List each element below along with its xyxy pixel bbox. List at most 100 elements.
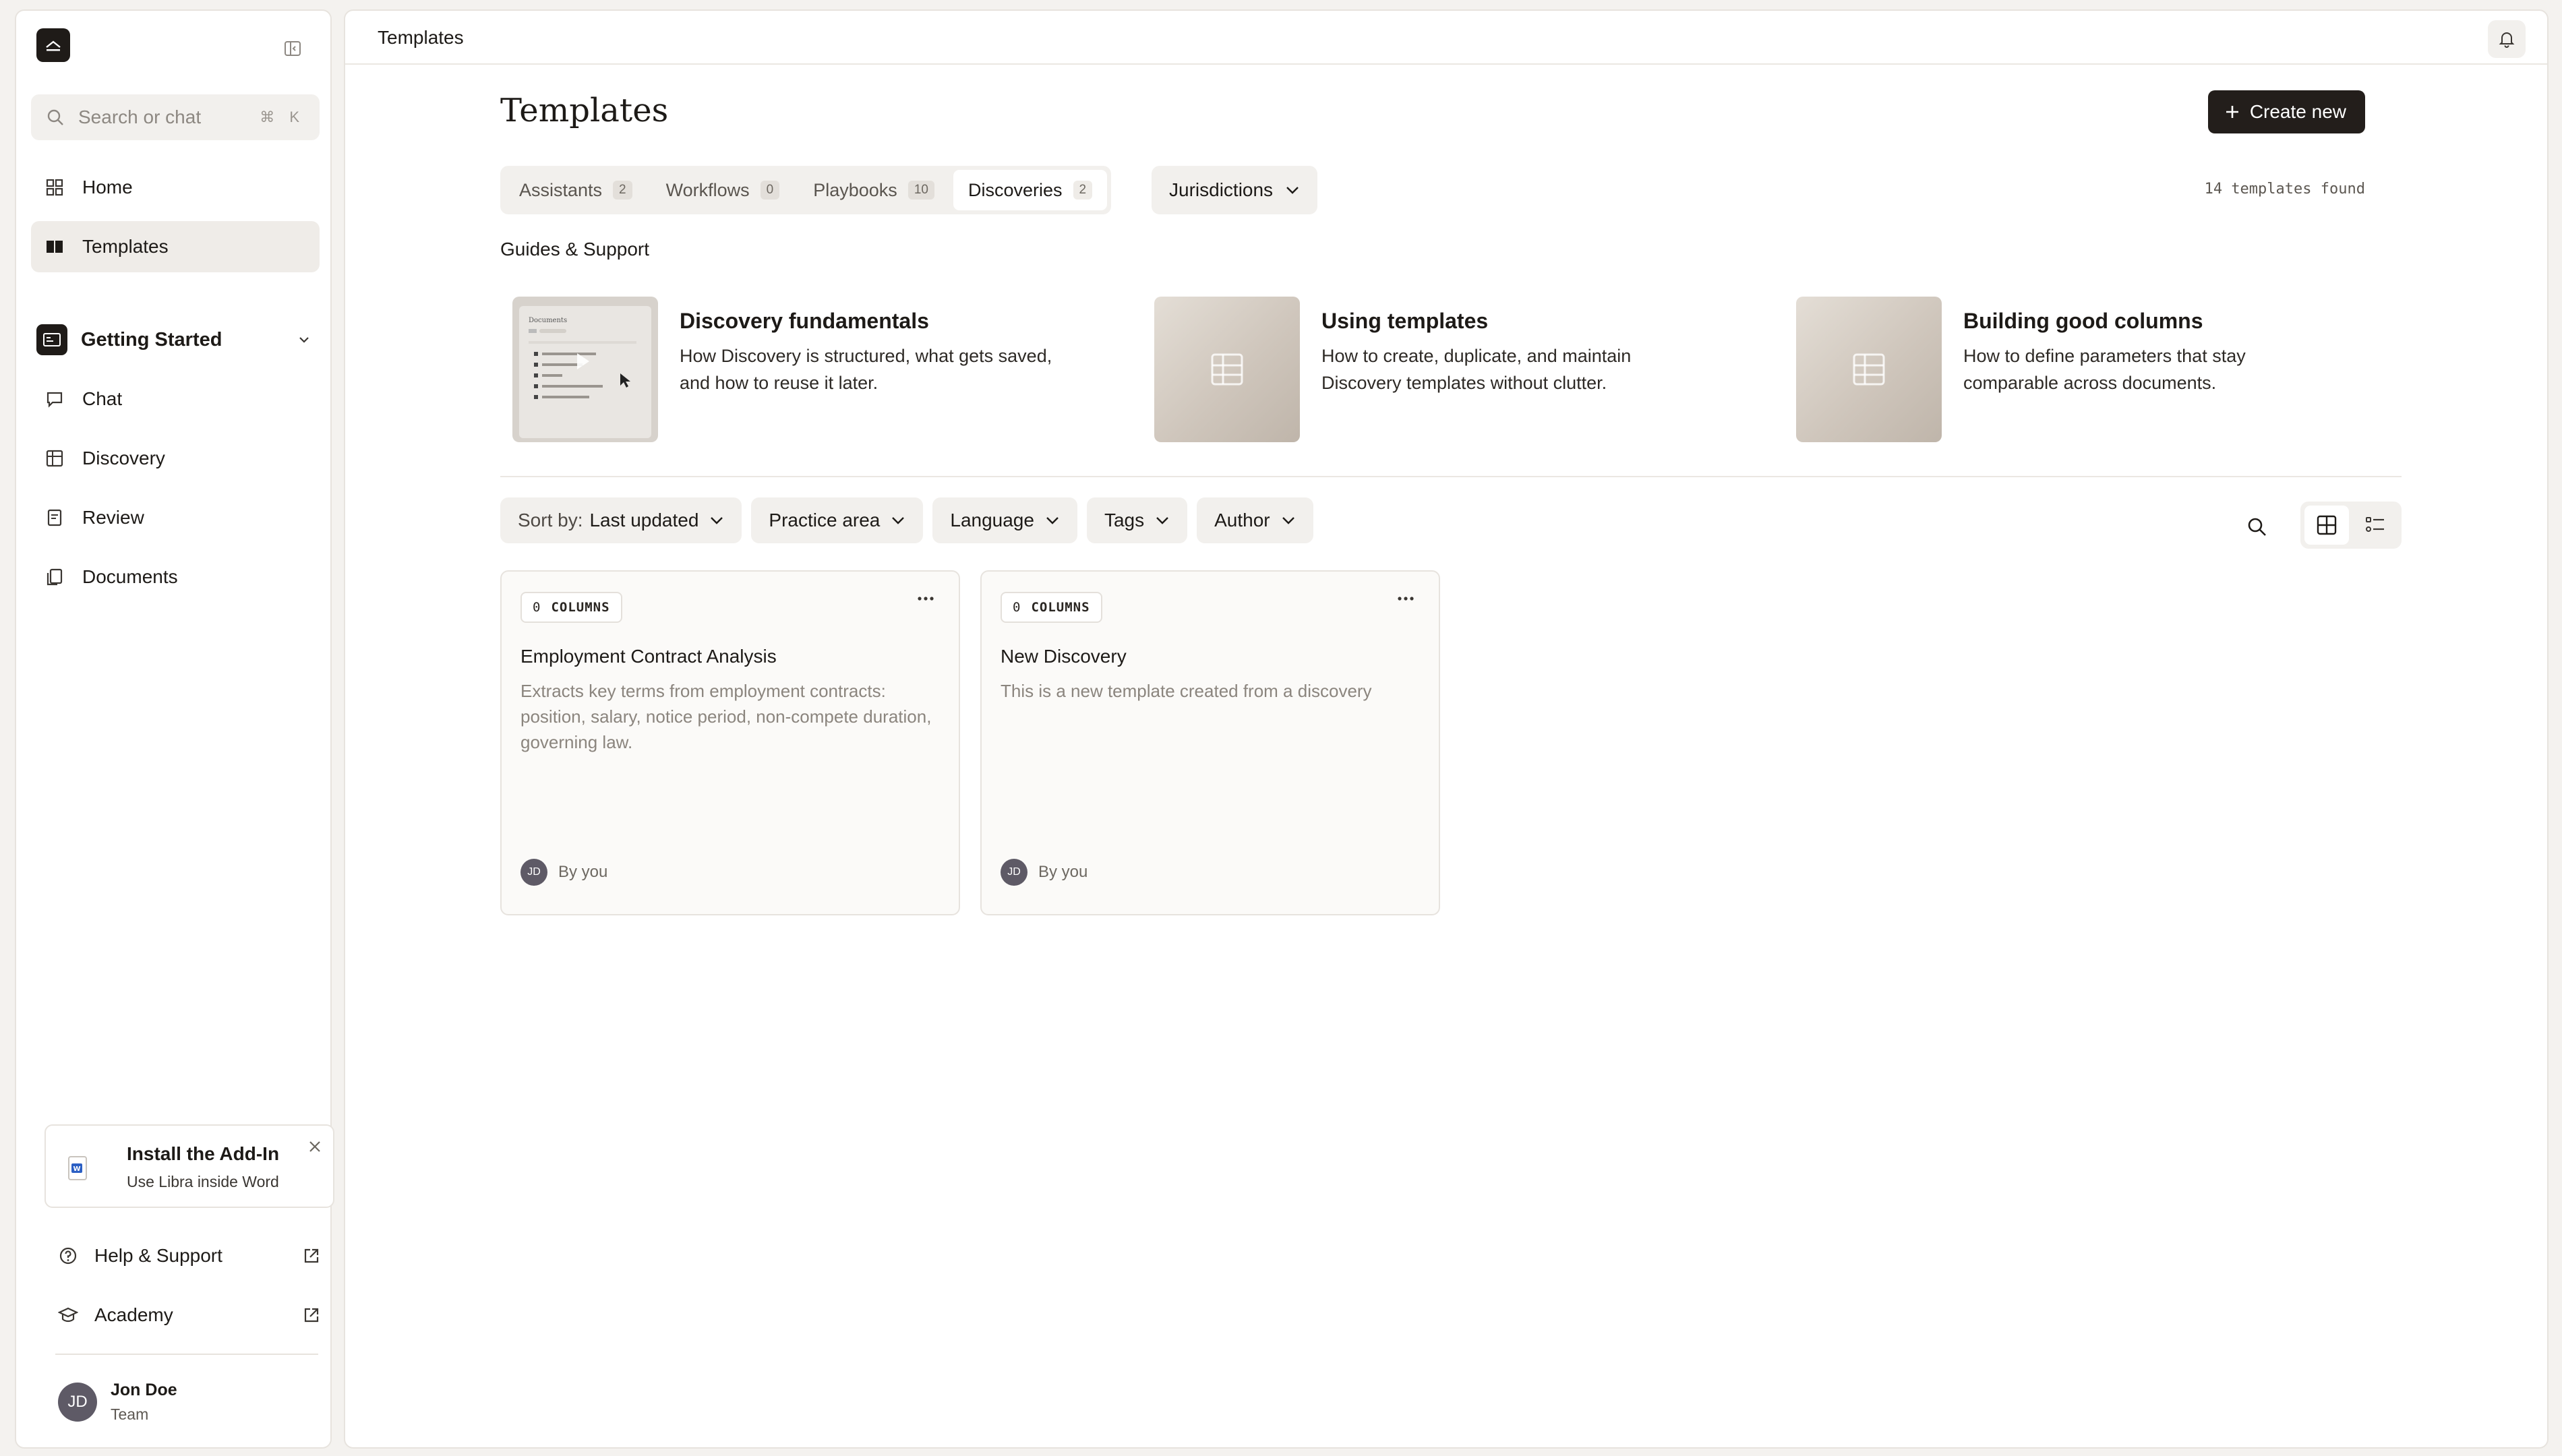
user-team: Team: [111, 1405, 149, 1423]
chat-icon: [44, 389, 65, 409]
columns-badge: 0 COLUMNS: [1001, 592, 1102, 623]
create-new-label: Create new: [2249, 101, 2346, 122]
plus-icon: [2224, 104, 2240, 120]
notifications-button[interactable]: [2488, 20, 2526, 58]
sidebar-item-label: Documents: [82, 566, 178, 587]
addin-subtitle: Use Libra inside Word: [127, 1173, 279, 1190]
svg-text:Documents: Documents: [529, 317, 567, 324]
tab-workflows[interactable]: Workflows 0: [651, 170, 795, 210]
tab-count: 2: [613, 181, 632, 200]
section-getting-started[interactable]: Getting Started: [36, 320, 320, 360]
bell-icon: [2497, 30, 2516, 49]
author-label: By you: [1038, 863, 1088, 881]
create-new-button[interactable]: Create new: [2207, 90, 2365, 133]
chevron-down-icon: [891, 516, 905, 525]
app-logo[interactable]: [36, 28, 70, 62]
template-card[interactable]: 0 COLUMNS New Discovery This is a new te…: [980, 570, 1440, 915]
sidebar-item-review[interactable]: Review: [31, 492, 320, 543]
tags-dropdown[interactable]: Tags: [1086, 497, 1188, 543]
grid-icon: [2316, 514, 2337, 536]
template-type-tabs: Assistants 2 Workflows 0 Playbooks 10 Di…: [500, 166, 1112, 214]
user-profile[interactable]: JD Jon Doe Team: [58, 1381, 177, 1424]
jurisdictions-dropdown[interactable]: Jurisdictions: [1152, 166, 1318, 214]
tab-playbooks[interactable]: Playbooks 10: [798, 170, 949, 210]
sidebar-item-label: Chat: [82, 388, 123, 409]
avatar: JD: [1001, 859, 1027, 886]
academy-link[interactable]: Academy: [44, 1293, 334, 1337]
sidebar-item-documents[interactable]: Documents: [31, 551, 320, 603]
external-link-icon: [302, 1306, 321, 1325]
close-icon[interactable]: [307, 1139, 322, 1154]
author-dropdown[interactable]: Author: [1197, 497, 1313, 543]
addin-promo[interactable]: W Install the Add-In Use Libra inside Wo…: [44, 1124, 334, 1208]
card-description: This is a new template created from a di…: [1001, 681, 1372, 701]
practice-area-dropdown[interactable]: Practice area: [751, 497, 924, 543]
card-author: JD By you: [520, 859, 607, 886]
tab-label: Discoveries: [967, 179, 1063, 200]
search-placeholder: Search or chat: [78, 107, 202, 127]
guide-description: How to create, duplicate, and maintain D…: [1321, 346, 1632, 393]
chevron-down-icon: [709, 516, 724, 525]
page-title: Templates: [500, 92, 669, 129]
section-divider: [500, 476, 2402, 477]
author-label: By you: [558, 863, 608, 881]
view-toggle: [2300, 502, 2402, 549]
guide-thumbnail: [1154, 297, 1300, 442]
tab-assistants[interactable]: Assistants 2: [504, 170, 647, 210]
language-dropdown[interactable]: Language: [932, 497, 1077, 543]
filter-label: Practice area: [769, 510, 881, 530]
guide-card-building-good-columns[interactable]: Building good columns How to define para…: [1784, 297, 2377, 445]
tab-label: Workflows: [665, 179, 750, 200]
sidebar-item-chat[interactable]: Chat: [31, 373, 320, 425]
card-author: JD By you: [1001, 859, 1088, 886]
tab-count: 2: [1073, 181, 1093, 200]
topbar-title: Templates: [378, 27, 464, 48]
guide-card-using-templates[interactable]: Using templates How to create, duplicate…: [1142, 297, 1735, 445]
getting-started-icon: [36, 324, 67, 355]
columns-label: COLUMNS: [551, 600, 610, 615]
sidebar-item-discovery[interactable]: Discovery: [31, 433, 320, 484]
sidebar-search[interactable]: Search or chat ⌘ K: [31, 94, 320, 140]
sort-dropdown[interactable]: Sort by: Last updated: [500, 497, 742, 543]
sidebar-item-label: Home: [82, 177, 133, 198]
card-description: Extracts key terms from employment contr…: [520, 681, 932, 752]
tab-count: 10: [907, 181, 934, 200]
grid-view-button[interactable]: [2304, 506, 2349, 545]
collapse-sidebar-icon[interactable]: [280, 36, 305, 61]
sidebar-item-home[interactable]: Home: [31, 162, 320, 213]
help-support-label: Help & Support: [94, 1245, 222, 1266]
book-icon: [44, 237, 65, 257]
guide-title: Building good columns: [1963, 309, 2203, 333]
guide-title: Using templates: [1321, 309, 1489, 333]
filter-label: Author: [1214, 510, 1270, 530]
sidebar-item-templates[interactable]: Templates: [31, 221, 320, 272]
template-card[interactable]: 0 COLUMNS Employment Contract Analysis E…: [500, 570, 960, 915]
academy-icon: [58, 1305, 78, 1325]
guide-thumbnail: [1796, 297, 1942, 442]
academy-label: Academy: [94, 1304, 173, 1325]
guides-section-title: Guides & Support: [500, 239, 650, 260]
list-icon: [2364, 514, 2386, 536]
avatar: JD: [520, 859, 547, 886]
card-title: New Discovery: [1001, 646, 1127, 667]
chevron-down-icon: [298, 336, 310, 344]
search-icon: [46, 108, 65, 127]
filter-label: Tags: [1104, 510, 1145, 530]
sidebar: Search or chat ⌘ K Home Templates Gettin…: [15, 9, 334, 1449]
help-support-link[interactable]: Help & Support: [44, 1234, 334, 1278]
more-options-icon[interactable]: [1397, 596, 1414, 601]
documents-icon: [44, 567, 65, 587]
main-panel: Templates Templates Create new Assistant…: [344, 9, 2549, 1449]
guide-card-discovery-fundamentals[interactable]: Documents Discovery fundamentals How Dis…: [500, 297, 1094, 445]
search-shortcut: ⌘ K: [260, 109, 305, 125]
list-view-button[interactable]: [2353, 506, 2397, 545]
more-options-icon[interactable]: [917, 596, 934, 601]
section-label: Getting Started: [81, 328, 222, 351]
jurisdictions-label: Jurisdictions: [1169, 179, 1274, 200]
columns-badge: 0 COLUMNS: [520, 592, 622, 623]
tab-discoveries[interactable]: Discoveries 2: [953, 170, 1108, 210]
topbar: Templates: [345, 11, 2547, 65]
guide-title: Discovery fundamentals: [680, 309, 929, 333]
search-icon[interactable]: [2246, 516, 2268, 538]
guide-description: How Discovery is structured, what gets s…: [680, 346, 1052, 393]
